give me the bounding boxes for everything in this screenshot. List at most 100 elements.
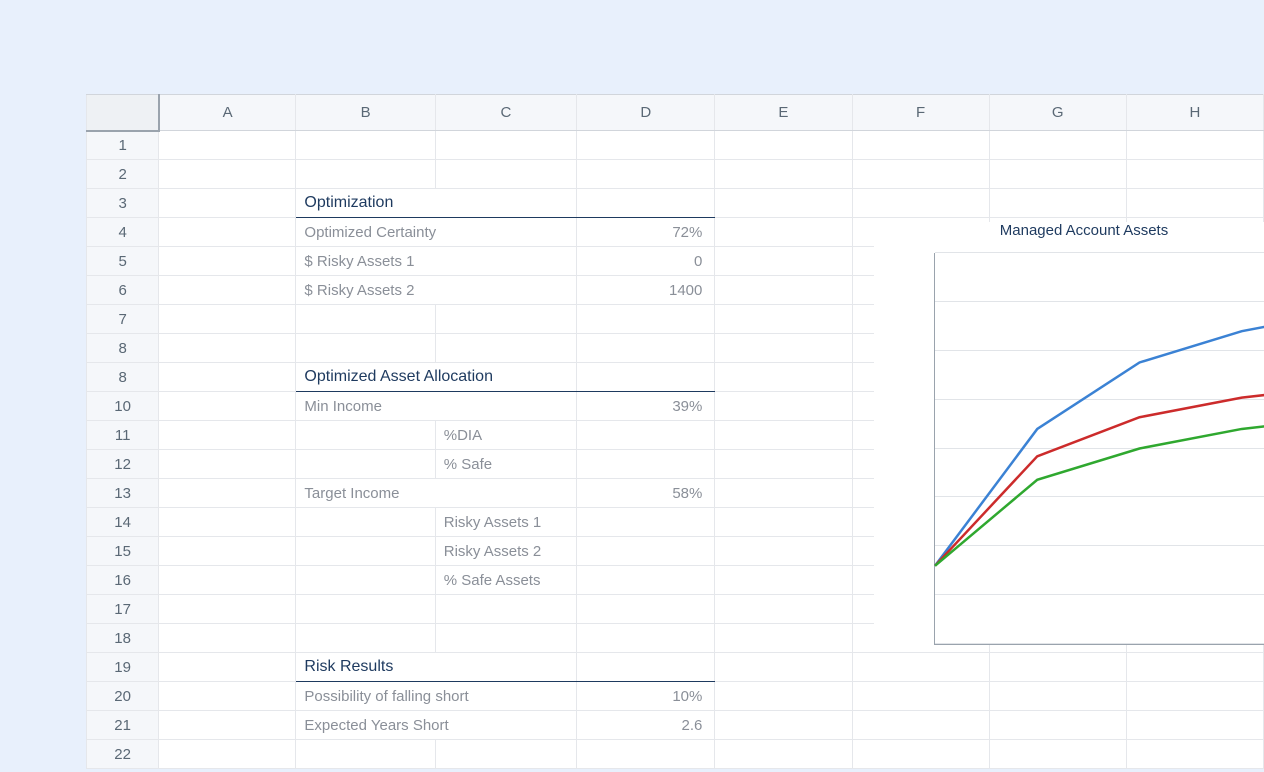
cell-E18[interactable]	[715, 624, 852, 653]
cell-D8[interactable]	[577, 363, 715, 392]
cell-B17[interactable]	[296, 595, 435, 624]
cell-E8[interactable]	[715, 363, 852, 392]
row-header-8[interactable]: 8	[87, 334, 159, 363]
select-all-corner[interactable]	[87, 95, 159, 131]
row-header-1[interactable]: 1	[87, 131, 159, 160]
cell-D4[interactable]: 72%	[577, 218, 715, 247]
cell-E7[interactable]	[715, 305, 852, 334]
cell-D15[interactable]	[577, 537, 715, 566]
cell-A1[interactable]	[159, 131, 296, 160]
row-header-10[interactable]: 10	[87, 392, 159, 421]
cell-A5[interactable]	[159, 247, 296, 276]
cell-B19[interactable]: Risk Results	[296, 653, 577, 682]
row-header-20[interactable]: 20	[87, 682, 159, 711]
cell-E17[interactable]	[715, 595, 852, 624]
cell-B11[interactable]	[296, 421, 435, 450]
cell-A14[interactable]	[159, 508, 296, 537]
col-header-H[interactable]: H	[1126, 95, 1263, 131]
cell-A22[interactable]	[159, 740, 296, 769]
row-header-13[interactable]: 13	[87, 479, 159, 508]
cell-D18[interactable]	[577, 624, 715, 653]
cell-B5[interactable]: $ Risky Assets 1	[296, 247, 577, 276]
row-header-18[interactable]: 18	[87, 624, 159, 653]
cell-E21[interactable]	[715, 711, 852, 740]
cell-D12[interactable]	[577, 450, 715, 479]
cell-D10[interactable]: 39%	[577, 392, 715, 421]
cell-D11[interactable]	[577, 421, 715, 450]
cell-G22[interactable]	[989, 740, 1126, 769]
cell-B10[interactable]: Min Income	[296, 392, 577, 421]
cell-D13[interactable]: 58%	[577, 479, 715, 508]
cell-E4[interactable]	[715, 218, 852, 247]
cell-A6[interactable]	[159, 276, 296, 305]
cell-D14[interactable]	[577, 508, 715, 537]
cell-C17[interactable]	[435, 595, 576, 624]
cell-E6[interactable]	[715, 276, 852, 305]
col-header-C[interactable]: C	[435, 95, 576, 131]
cell-G19[interactable]	[989, 653, 1126, 682]
cell-B18[interactable]	[296, 624, 435, 653]
cell-F20[interactable]	[852, 682, 989, 711]
cell-A15[interactable]	[159, 537, 296, 566]
cell-B8[interactable]	[296, 334, 435, 363]
cell-B12[interactable]	[296, 450, 435, 479]
col-header-E[interactable]: E	[715, 95, 852, 131]
row-header-17[interactable]: 17	[87, 595, 159, 624]
cell-H20[interactable]	[1126, 682, 1263, 711]
cell-H22[interactable]	[1126, 740, 1263, 769]
cell-C12[interactable]: % Safe	[435, 450, 576, 479]
cell-A21[interactable]	[159, 711, 296, 740]
cell-F3[interactable]	[852, 189, 989, 218]
cell-A17[interactable]	[159, 595, 296, 624]
cell-B7[interactable]	[296, 305, 435, 334]
col-header-D[interactable]: D	[577, 95, 715, 131]
cell-B8[interactable]: Optimized Asset Allocation	[296, 363, 577, 392]
cell-A2[interactable]	[159, 160, 296, 189]
cell-C1[interactable]	[435, 131, 576, 160]
cell-A4[interactable]	[159, 218, 296, 247]
cell-E12[interactable]	[715, 450, 852, 479]
cell-F1[interactable]	[852, 131, 989, 160]
row-header-3[interactable]: 3	[87, 189, 159, 218]
cell-B16[interactable]	[296, 566, 435, 595]
row-header-7[interactable]: 7	[87, 305, 159, 334]
cell-C22[interactable]	[435, 740, 576, 769]
cell-H2[interactable]	[1126, 160, 1263, 189]
cell-F2[interactable]	[852, 160, 989, 189]
cell-F22[interactable]	[852, 740, 989, 769]
cell-B6[interactable]: $ Risky Assets 2	[296, 276, 577, 305]
cell-E14[interactable]	[715, 508, 852, 537]
cell-C8[interactable]	[435, 334, 576, 363]
cell-E13[interactable]	[715, 479, 852, 508]
cell-G20[interactable]	[989, 682, 1126, 711]
row-header-6[interactable]: 6	[87, 276, 159, 305]
cell-D21[interactable]: 2.6	[577, 711, 715, 740]
cell-A8[interactable]	[159, 334, 296, 363]
cell-C18[interactable]	[435, 624, 576, 653]
cell-A12[interactable]	[159, 450, 296, 479]
cell-E1[interactable]	[715, 131, 852, 160]
cell-B21[interactable]: Expected Years Short	[296, 711, 577, 740]
cell-F19[interactable]	[852, 653, 989, 682]
col-header-F[interactable]: F	[852, 95, 989, 131]
cell-A8[interactable]	[159, 363, 296, 392]
cell-A10[interactable]	[159, 392, 296, 421]
cell-A16[interactable]	[159, 566, 296, 595]
row-header-11[interactable]: 11	[87, 421, 159, 450]
cell-C14[interactable]: Risky Assets 1	[435, 508, 576, 537]
cell-B2[interactable]	[296, 160, 435, 189]
cell-E16[interactable]	[715, 566, 852, 595]
cell-H3[interactable]	[1126, 189, 1263, 218]
cell-D16[interactable]	[577, 566, 715, 595]
row-header-19[interactable]: 19	[87, 653, 159, 682]
row-header-15[interactable]: 15	[87, 537, 159, 566]
row-header-8[interactable]: 8	[87, 363, 159, 392]
cell-B22[interactable]	[296, 740, 435, 769]
row-header-12[interactable]: 12	[87, 450, 159, 479]
cell-H19[interactable]	[1126, 653, 1263, 682]
cell-B15[interactable]	[296, 537, 435, 566]
row-header-16[interactable]: 16	[87, 566, 159, 595]
cell-H1[interactable]	[1126, 131, 1263, 160]
cell-E2[interactable]	[715, 160, 852, 189]
cell-D6[interactable]: 1400	[577, 276, 715, 305]
